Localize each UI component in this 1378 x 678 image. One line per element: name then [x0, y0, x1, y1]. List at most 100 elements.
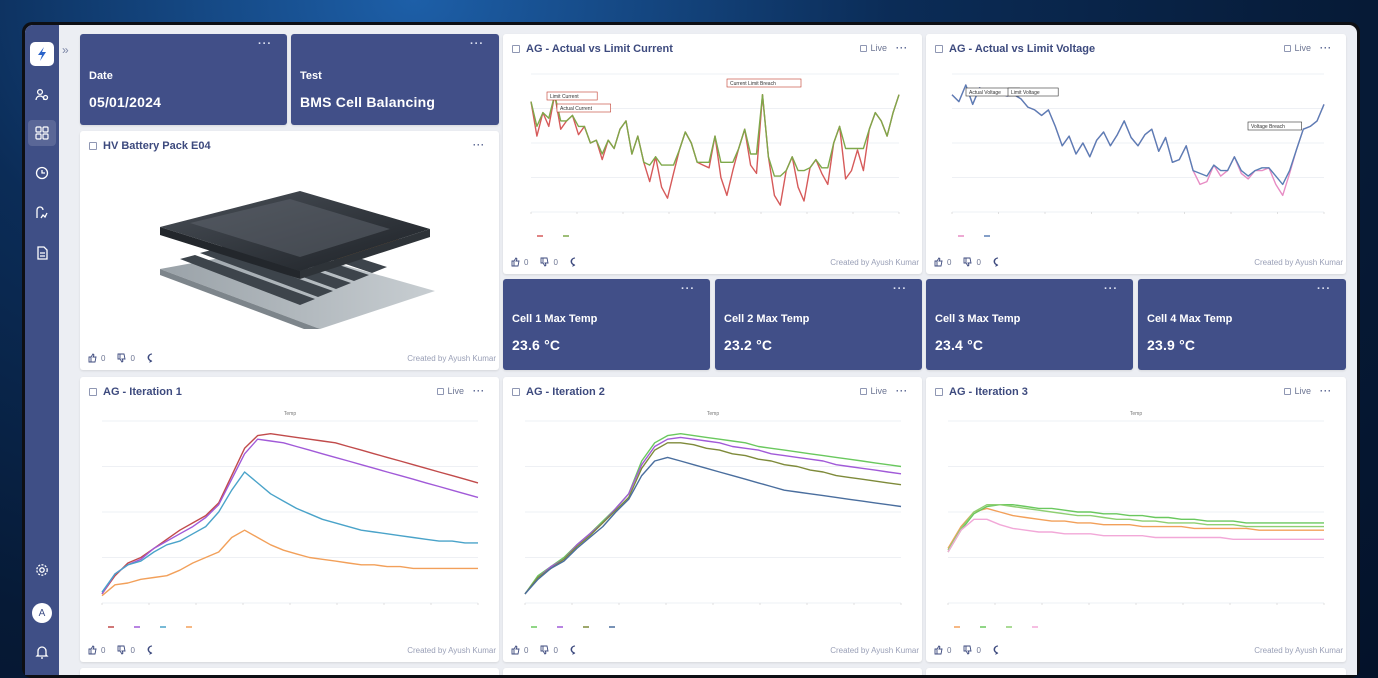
kpi-label: Cell 1 Max Temp — [512, 313, 598, 325]
like-button[interactable]: 0 — [511, 645, 528, 655]
dislike-count: 0 — [130, 353, 135, 363]
like-button[interactable]: 0 — [88, 353, 105, 363]
voltage-chart: Actual Voltage Limit Voltage Voltage Breac… — [951, 73, 1325, 237]
dislike-button[interactable]: 0 — [540, 257, 558, 267]
chart-annotation: Actual Current — [556, 103, 611, 113]
series-line-1 — [101, 433, 479, 595]
created-by: Created by Ayush Kumar — [1254, 257, 1343, 267]
more-icon[interactable]: ··· — [258, 38, 272, 50]
chart-title: Temp — [284, 411, 296, 417]
kpi-test-card: ··· Test BMS Cell Balancing — [291, 34, 499, 125]
users-icon[interactable] — [32, 85, 52, 105]
expand-sidebar-icon[interactable]: » — [62, 43, 69, 57]
more-icon[interactable]: ··· — [681, 283, 695, 295]
live-checkbox[interactable] — [1284, 387, 1292, 395]
like-count: 0 — [524, 645, 529, 655]
comment-button[interactable] — [993, 257, 1006, 267]
avatar[interactable]: A — [32, 603, 52, 623]
comment-button[interactable] — [147, 353, 160, 363]
iteration3-chart-card: AG - Iteration 3 Live ··· Temp 0 0 Create… — [926, 377, 1346, 662]
chart-title: Temp — [707, 411, 719, 417]
comment-button[interactable] — [993, 645, 1006, 655]
dislike-count: 0 — [553, 257, 558, 267]
more-icon[interactable]: ··· — [896, 386, 908, 396]
live-checkbox[interactable] — [1284, 44, 1292, 52]
live-checkbox[interactable] — [437, 387, 445, 395]
created-by: Created by Ayush Kumar — [830, 257, 919, 267]
dislike-count: 0 — [976, 645, 981, 655]
more-icon[interactable]: ··· — [473, 386, 485, 396]
dislike-button[interactable]: 0 — [540, 645, 558, 655]
device-frame: A » ··· Date 05/01/2024 ··· Test BMS Cel… — [22, 22, 1360, 678]
series-line-3 — [101, 471, 478, 593]
more-icon[interactable]: ··· — [1317, 283, 1331, 295]
dislike-button[interactable]: 0 — [963, 257, 981, 267]
select-checkbox[interactable] — [512, 388, 520, 396]
card-title: HV Battery Pack E04 — [103, 140, 211, 152]
like-button[interactable]: 0 — [934, 645, 951, 655]
like-button[interactable]: 0 — [934, 257, 951, 267]
more-icon[interactable]: ··· — [470, 38, 484, 50]
live-checkbox[interactable] — [860, 44, 868, 52]
select-checkbox[interactable] — [89, 142, 97, 150]
more-icon[interactable]: ··· — [1104, 283, 1118, 295]
like-count: 0 — [101, 645, 106, 655]
dashboard-icon[interactable] — [28, 120, 56, 146]
next-card-partial — [503, 668, 922, 675]
chart-annotation: Limit Voltage — [1007, 87, 1059, 97]
select-checkbox[interactable] — [512, 45, 520, 53]
live-label: Live — [870, 43, 887, 53]
live-label: Live — [1294, 43, 1311, 53]
report-icon[interactable] — [32, 203, 52, 223]
iteration1-chart: Temp — [101, 411, 479, 628]
live-checkbox[interactable] — [860, 387, 868, 395]
series-line-1 — [524, 433, 902, 595]
dislike-button[interactable]: 0 — [117, 645, 135, 655]
card-title: AG - Iteration 3 — [949, 386, 1028, 398]
more-icon[interactable]: ··· — [896, 43, 908, 53]
card-title: AG - Actual vs Limit Current — [526, 43, 673, 55]
card-title: AG - Actual vs Limit Voltage — [949, 43, 1096, 55]
history-icon[interactable] — [32, 163, 52, 183]
chart-annotation: Current Limit Breach — [726, 78, 802, 88]
more-icon[interactable]: ··· — [473, 140, 485, 150]
kpi-label: Date — [89, 70, 113, 82]
bell-icon[interactable] — [32, 642, 52, 662]
kpi-cell3-card: ··· Cell 3 Max Temp 23.4 °C — [926, 279, 1133, 370]
like-count: 0 — [947, 645, 952, 655]
chart-annotation: Voltage Breach — [1247, 121, 1302, 131]
next-card-partial — [926, 668, 1346, 675]
select-checkbox[interactable] — [935, 45, 943, 53]
more-icon[interactable]: ··· — [893, 283, 907, 295]
series-line-1 — [947, 507, 1324, 549]
comment-button[interactable] — [147, 645, 160, 655]
document-icon[interactable] — [32, 243, 52, 263]
current-chart: Limit Current Actual Current Current Limit… — [530, 73, 900, 237]
svg-text:Current Limit Breach: Current Limit Breach — [730, 81, 776, 87]
series-line-2 — [101, 438, 479, 595]
logo-icon[interactable] — [30, 42, 54, 66]
more-icon[interactable]: ··· — [1320, 43, 1332, 53]
kpi-cell1-card: ··· Cell 1 Max Temp 23.6 °C — [503, 279, 710, 370]
more-icon[interactable]: ··· — [1320, 386, 1332, 396]
dislike-count: 0 — [553, 645, 558, 655]
dislike-button[interactable]: 0 — [117, 353, 135, 363]
svg-text:Voltage Breach: Voltage Breach — [1251, 124, 1285, 130]
card-title: AG - Iteration 2 — [526, 386, 605, 398]
created-by: Created by Ayush Kumar — [830, 645, 919, 655]
select-checkbox[interactable] — [935, 388, 943, 396]
comment-button[interactable] — [570, 645, 583, 655]
dislike-button[interactable]: 0 — [963, 645, 981, 655]
like-count: 0 — [101, 353, 106, 363]
kpi-value: 23.9 °C — [1147, 337, 1196, 353]
comment-button[interactable] — [570, 257, 583, 267]
kpi-label: Cell 2 Max Temp — [724, 313, 810, 325]
like-button[interactable]: 0 — [511, 257, 528, 267]
select-checkbox[interactable] — [89, 388, 97, 396]
series-line-4 — [524, 456, 902, 595]
kpi-label: Test — [300, 70, 322, 82]
kpi-value: 23.6 °C — [512, 337, 561, 353]
settings-icon[interactable] — [32, 560, 52, 580]
like-button[interactable]: 0 — [88, 645, 105, 655]
iteration2-chart: Temp — [524, 411, 902, 628]
